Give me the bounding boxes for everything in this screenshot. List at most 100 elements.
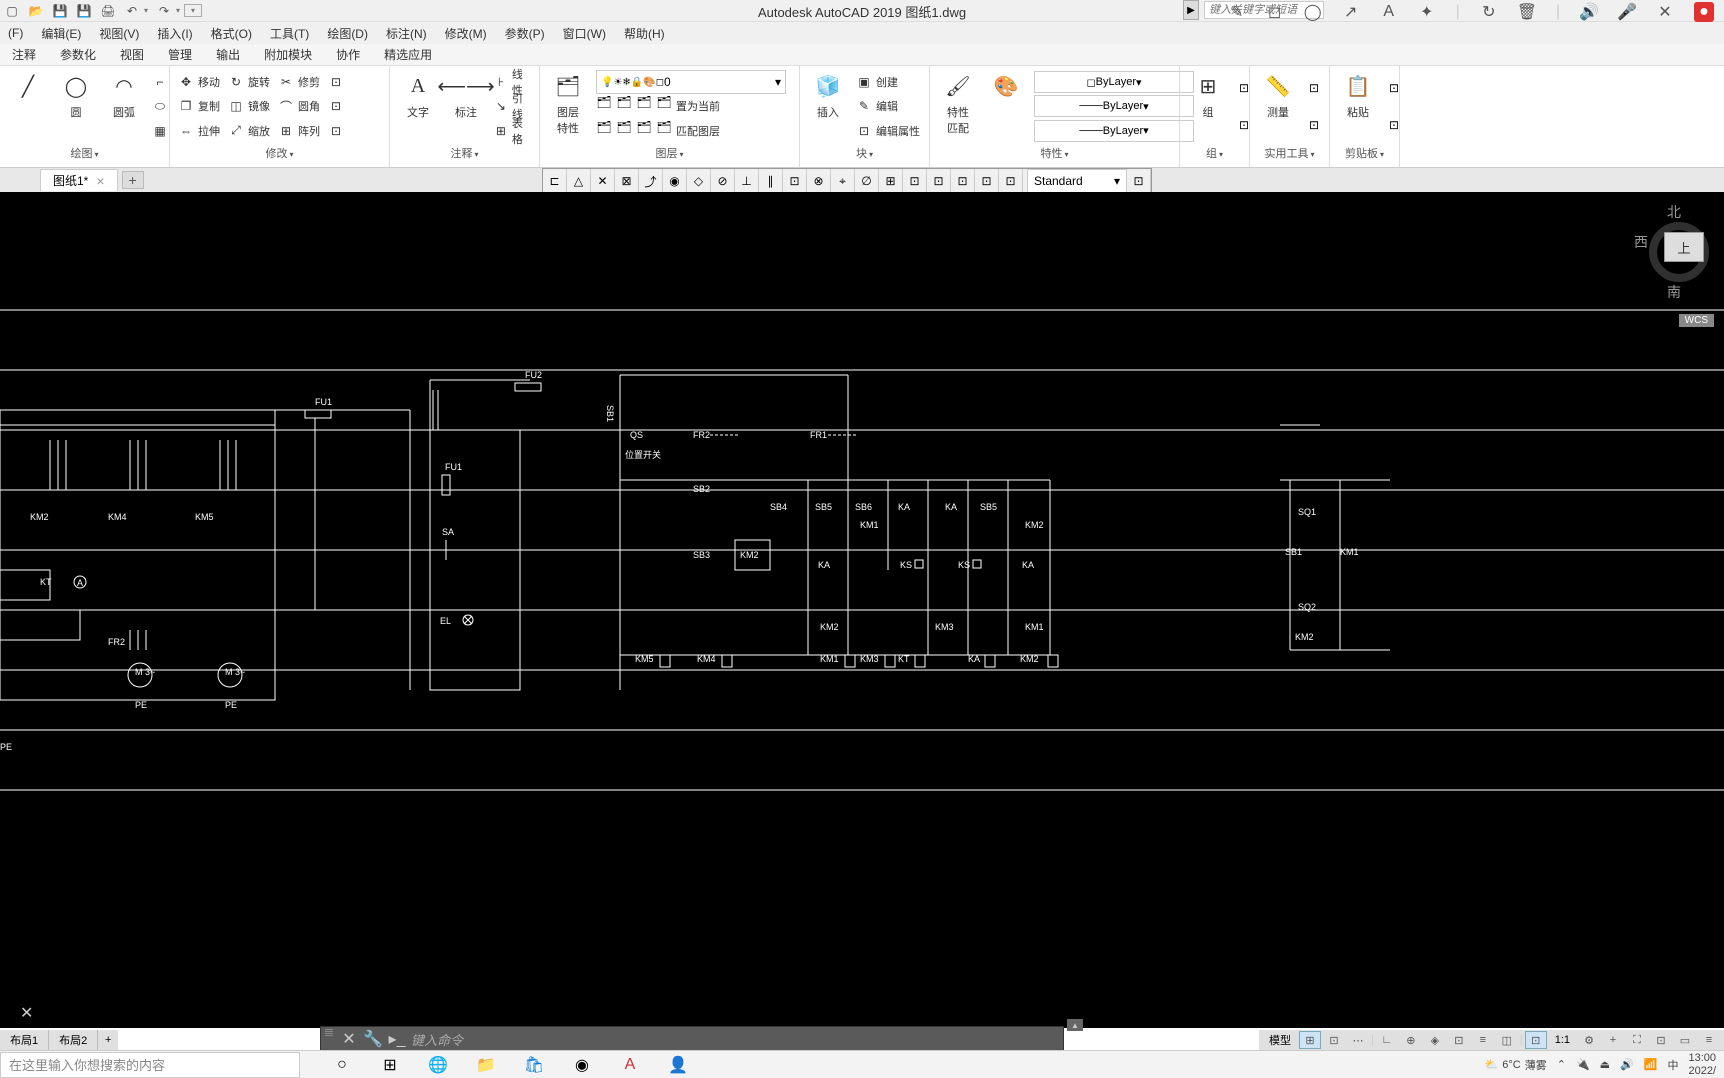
taskbar-app2-icon[interactable]: 👤 [666, 1053, 690, 1077]
cmd-drag-handle[interactable] [325, 1029, 333, 1049]
new-tab-button[interactable]: + [122, 171, 144, 189]
tray-network-icon[interactable]: 📶 [1644, 1058, 1658, 1071]
circle-button[interactable]: ◯圆 [56, 70, 96, 143]
drawing-canvas[interactable]: FU1 KM2 KM4 KM5 KT A FR2 M 3~ M 3~ PE PE [0, 192, 1724, 1028]
dim-style-combo[interactable]: Standard▾ [1027, 169, 1127, 193]
trim-button[interactable]: ✂修剪 [278, 70, 320, 94]
snap-mid-icon[interactable]: △ [567, 169, 591, 193]
snap-none-icon[interactable]: ∅ [855, 169, 879, 193]
saveas-icon[interactable]: 💾 [76, 3, 92, 19]
viewcube-north[interactable]: 北 [1667, 202, 1681, 222]
status-snap-icon[interactable]: ⊡ [1323, 1031, 1345, 1049]
refresh-icon[interactable]: ↻ [1480, 3, 1498, 21]
undo-icon[interactable]: ↶ [124, 3, 140, 19]
snap-quad-icon[interactable]: ◇ [687, 169, 711, 193]
copy-button[interactable]: ❐复制 [178, 94, 220, 118]
status-cust-icon[interactable]: ⊡ [1650, 1031, 1672, 1049]
hatch-small[interactable]: ▦ [152, 119, 168, 143]
menu-draw[interactable]: 绘图(D) [327, 25, 368, 42]
palette-close-icon[interactable]: ✕ [20, 1003, 33, 1023]
status-clean-icon[interactable]: ▭ [1674, 1031, 1696, 1049]
block-create[interactable]: ▣创建 [856, 70, 920, 94]
share-icon[interactable]: ↗ [1342, 3, 1360, 21]
stretch-button[interactable]: ⇔拉伸 [178, 119, 220, 143]
cmd-history-icon[interactable]: ▲ [1067, 1019, 1083, 1031]
status-osnap-icon[interactable]: ⊡ [1448, 1031, 1470, 1049]
snap-near-icon[interactable]: ⌖ [831, 169, 855, 193]
close-big-icon[interactable]: ✕ [1656, 3, 1674, 21]
status-ortho-icon[interactable]: ∟ [1376, 1031, 1398, 1049]
status-polar-icon[interactable]: ⊕ [1400, 1031, 1422, 1049]
linetype-combo[interactable]: ─── ByLayer ▾ [1034, 120, 1194, 142]
menu-insert[interactable]: 插入(I) [157, 25, 192, 42]
array-button[interactable]: ⊞阵列 [278, 119, 320, 143]
mic-icon[interactable]: 🎤 [1618, 3, 1636, 21]
circle-title-icon[interactable]: ◯ [1304, 3, 1322, 21]
tray-chevron-icon[interactable]: ⌃ [1557, 1058, 1566, 1071]
snap-tan-icon[interactable]: ⊘ [711, 169, 735, 193]
status-max-icon[interactable]: ⛶ [1626, 1031, 1648, 1049]
taskbar-weather[interactable]: ⛅ 6°C 薄雾 [1485, 1057, 1547, 1073]
undo-dropdown[interactable]: ▾ [144, 6, 148, 15]
open-icon[interactable]: 📂 [28, 3, 44, 19]
ellipse-small[interactable]: ⬭ [152, 94, 168, 118]
redo-icon[interactable]: ↷ [156, 3, 172, 19]
viewcube-top[interactable]: 上 [1664, 232, 1704, 262]
paste-button[interactable]: 📋粘贴 [1338, 70, 1378, 143]
mirror-button[interactable]: ◫镜像 [228, 94, 270, 118]
save-icon[interactable]: 💾 [52, 3, 68, 19]
status-scale[interactable]: 1:1 [1549, 1034, 1576, 1046]
viewcube-south[interactable]: 南 [1667, 282, 1681, 302]
taskbar-edge-icon[interactable]: 🌐 [426, 1053, 450, 1077]
viewcube-west[interactable]: 西 [1634, 232, 1648, 252]
snap-appint-icon[interactable]: ⊠ [615, 169, 639, 193]
status-trans-icon[interactable]: ◫ [1496, 1031, 1518, 1049]
menu-dimension[interactable]: 标注(N) [386, 25, 427, 42]
cmd-settings-icon[interactable]: 🔧 [363, 1029, 383, 1049]
snap-ext-icon[interactable]: ⤴ [639, 169, 663, 193]
dim-button[interactable]: ⟵⟶标注 [446, 70, 486, 143]
tab-output[interactable]: 输出 [212, 44, 244, 65]
document-tab[interactable]: 图纸1* × [40, 169, 118, 191]
square-icon[interactable]: ◻ [1266, 3, 1284, 21]
snap-end-icon[interactable]: ⊏ [543, 169, 567, 193]
polyline-small[interactable]: ⌐ [152, 70, 168, 94]
menu-modify[interactable]: 修改(M) [445, 25, 487, 42]
match-layer[interactable]: 匹配图层 [676, 119, 720, 143]
tray-battery-icon[interactable]: 🔌 [1576, 1058, 1590, 1071]
snap-cen-icon[interactable]: ◉ [663, 169, 687, 193]
snap-int-icon[interactable]: ✕ [591, 169, 615, 193]
rotate-button[interactable]: ↻旋转 [228, 70, 270, 94]
viewcube-wcs[interactable]: WCS [1679, 314, 1714, 327]
record-icon[interactable]: ● [1694, 2, 1714, 22]
tab-annotate[interactable]: 注释 [8, 44, 40, 65]
redo-dropdown[interactable]: ▾ [176, 6, 180, 15]
tab-view[interactable]: 视图 [116, 44, 148, 65]
taskbar-taskview-icon[interactable]: ⊞ [378, 1053, 402, 1077]
menu-view[interactable]: 视图(V) [99, 25, 139, 42]
color-combo[interactable]: ◻ ByLayer ▾ [1034, 71, 1194, 93]
speaker-icon[interactable]: 🔊 [1580, 3, 1598, 21]
snap-par-icon[interactable]: ∥ [759, 169, 783, 193]
lineweight-combo[interactable]: ─── ByLayer ▾ [1034, 95, 1194, 117]
menu-window[interactable]: 窗口(W) [563, 25, 606, 42]
menu-edit[interactable]: 编辑(E) [41, 25, 81, 42]
snap-ins-icon[interactable]: ⊡ [783, 169, 807, 193]
layout-tab-1[interactable]: 布局1 [0, 1030, 49, 1050]
status-plus-icon[interactable]: + [1602, 1031, 1624, 1049]
arc-button[interactable]: ◠圆弧 [104, 70, 144, 143]
viewcube[interactable]: 北 西 南 上 WCS [1634, 202, 1714, 282]
search-arrow-icon[interactable]: ▶ [1183, 0, 1199, 20]
plot-icon[interactable]: 🖨 [100, 3, 116, 19]
taskbar-cortana-icon[interactable]: ○ [330, 1053, 354, 1077]
text-a-icon[interactable]: A [1380, 3, 1398, 21]
menu-file[interactable]: (F) [8, 26, 23, 40]
snap-perp-icon[interactable]: ⊥ [735, 169, 759, 193]
new-icon[interactable]: ▢ [4, 3, 20, 19]
tab-close-icon[interactable]: × [96, 173, 104, 189]
status-menu-icon[interactable]: ≡ [1698, 1031, 1720, 1049]
tab-collab[interactable]: 协作 [332, 44, 364, 65]
tray-volume-icon[interactable]: 🔊 [1620, 1058, 1634, 1071]
status-model[interactable]: 模型 [1263, 1032, 1297, 1048]
status-grid-icon[interactable]: ⊞ [1299, 1031, 1321, 1049]
